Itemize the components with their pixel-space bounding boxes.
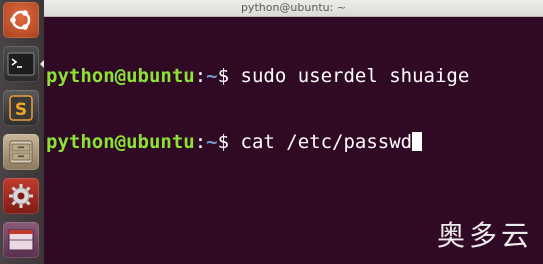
launcher-item-settings[interactable] [3, 178, 39, 214]
prompt-path: ~ [206, 65, 218, 87]
text-cursor [412, 132, 423, 151]
launcher-item-sublime[interactable]: S [3, 90, 39, 126]
launcher-item-files[interactable] [3, 134, 39, 170]
file-cabinet-icon [9, 140, 33, 164]
prompt-dollar: $ [217, 131, 230, 153]
window-title: python@ubuntu: ~ [44, 0, 543, 17]
terminal-line: python@ubuntu:~$ sudo userdel shuaige [46, 65, 543, 87]
sublime-s-icon: S [9, 95, 33, 121]
terminal-icon [7, 52, 35, 76]
launcher-item-workspaces[interactable] [3, 222, 39, 258]
watermark-logo: 奥多云 [436, 219, 533, 252]
prompt-user: python@ubuntu [46, 65, 195, 87]
prompt-dollar: $ [217, 65, 230, 87]
command-text: cat /etc/passwd [229, 131, 413, 153]
prompt-separator: : [194, 65, 207, 87]
gear-wrench-icon [9, 184, 33, 208]
ubuntu-logo-icon [10, 10, 31, 30]
launcher-item-terminal[interactable] [3, 46, 39, 82]
command-text: sudo userdel shuaige [229, 65, 470, 87]
unity-launcher: S [0, 0, 45, 264]
prompt-separator: : [194, 131, 207, 153]
terminal-line: python@ubuntu:~$ cat /etc/passwd [46, 131, 543, 153]
prompt-user: python@ubuntu [46, 131, 195, 153]
launcher-item-dash[interactable] [3, 2, 39, 38]
prompt-path: ~ [206, 131, 218, 153]
workspace-icon [8, 229, 34, 251]
svg-text:S: S [15, 100, 27, 120]
